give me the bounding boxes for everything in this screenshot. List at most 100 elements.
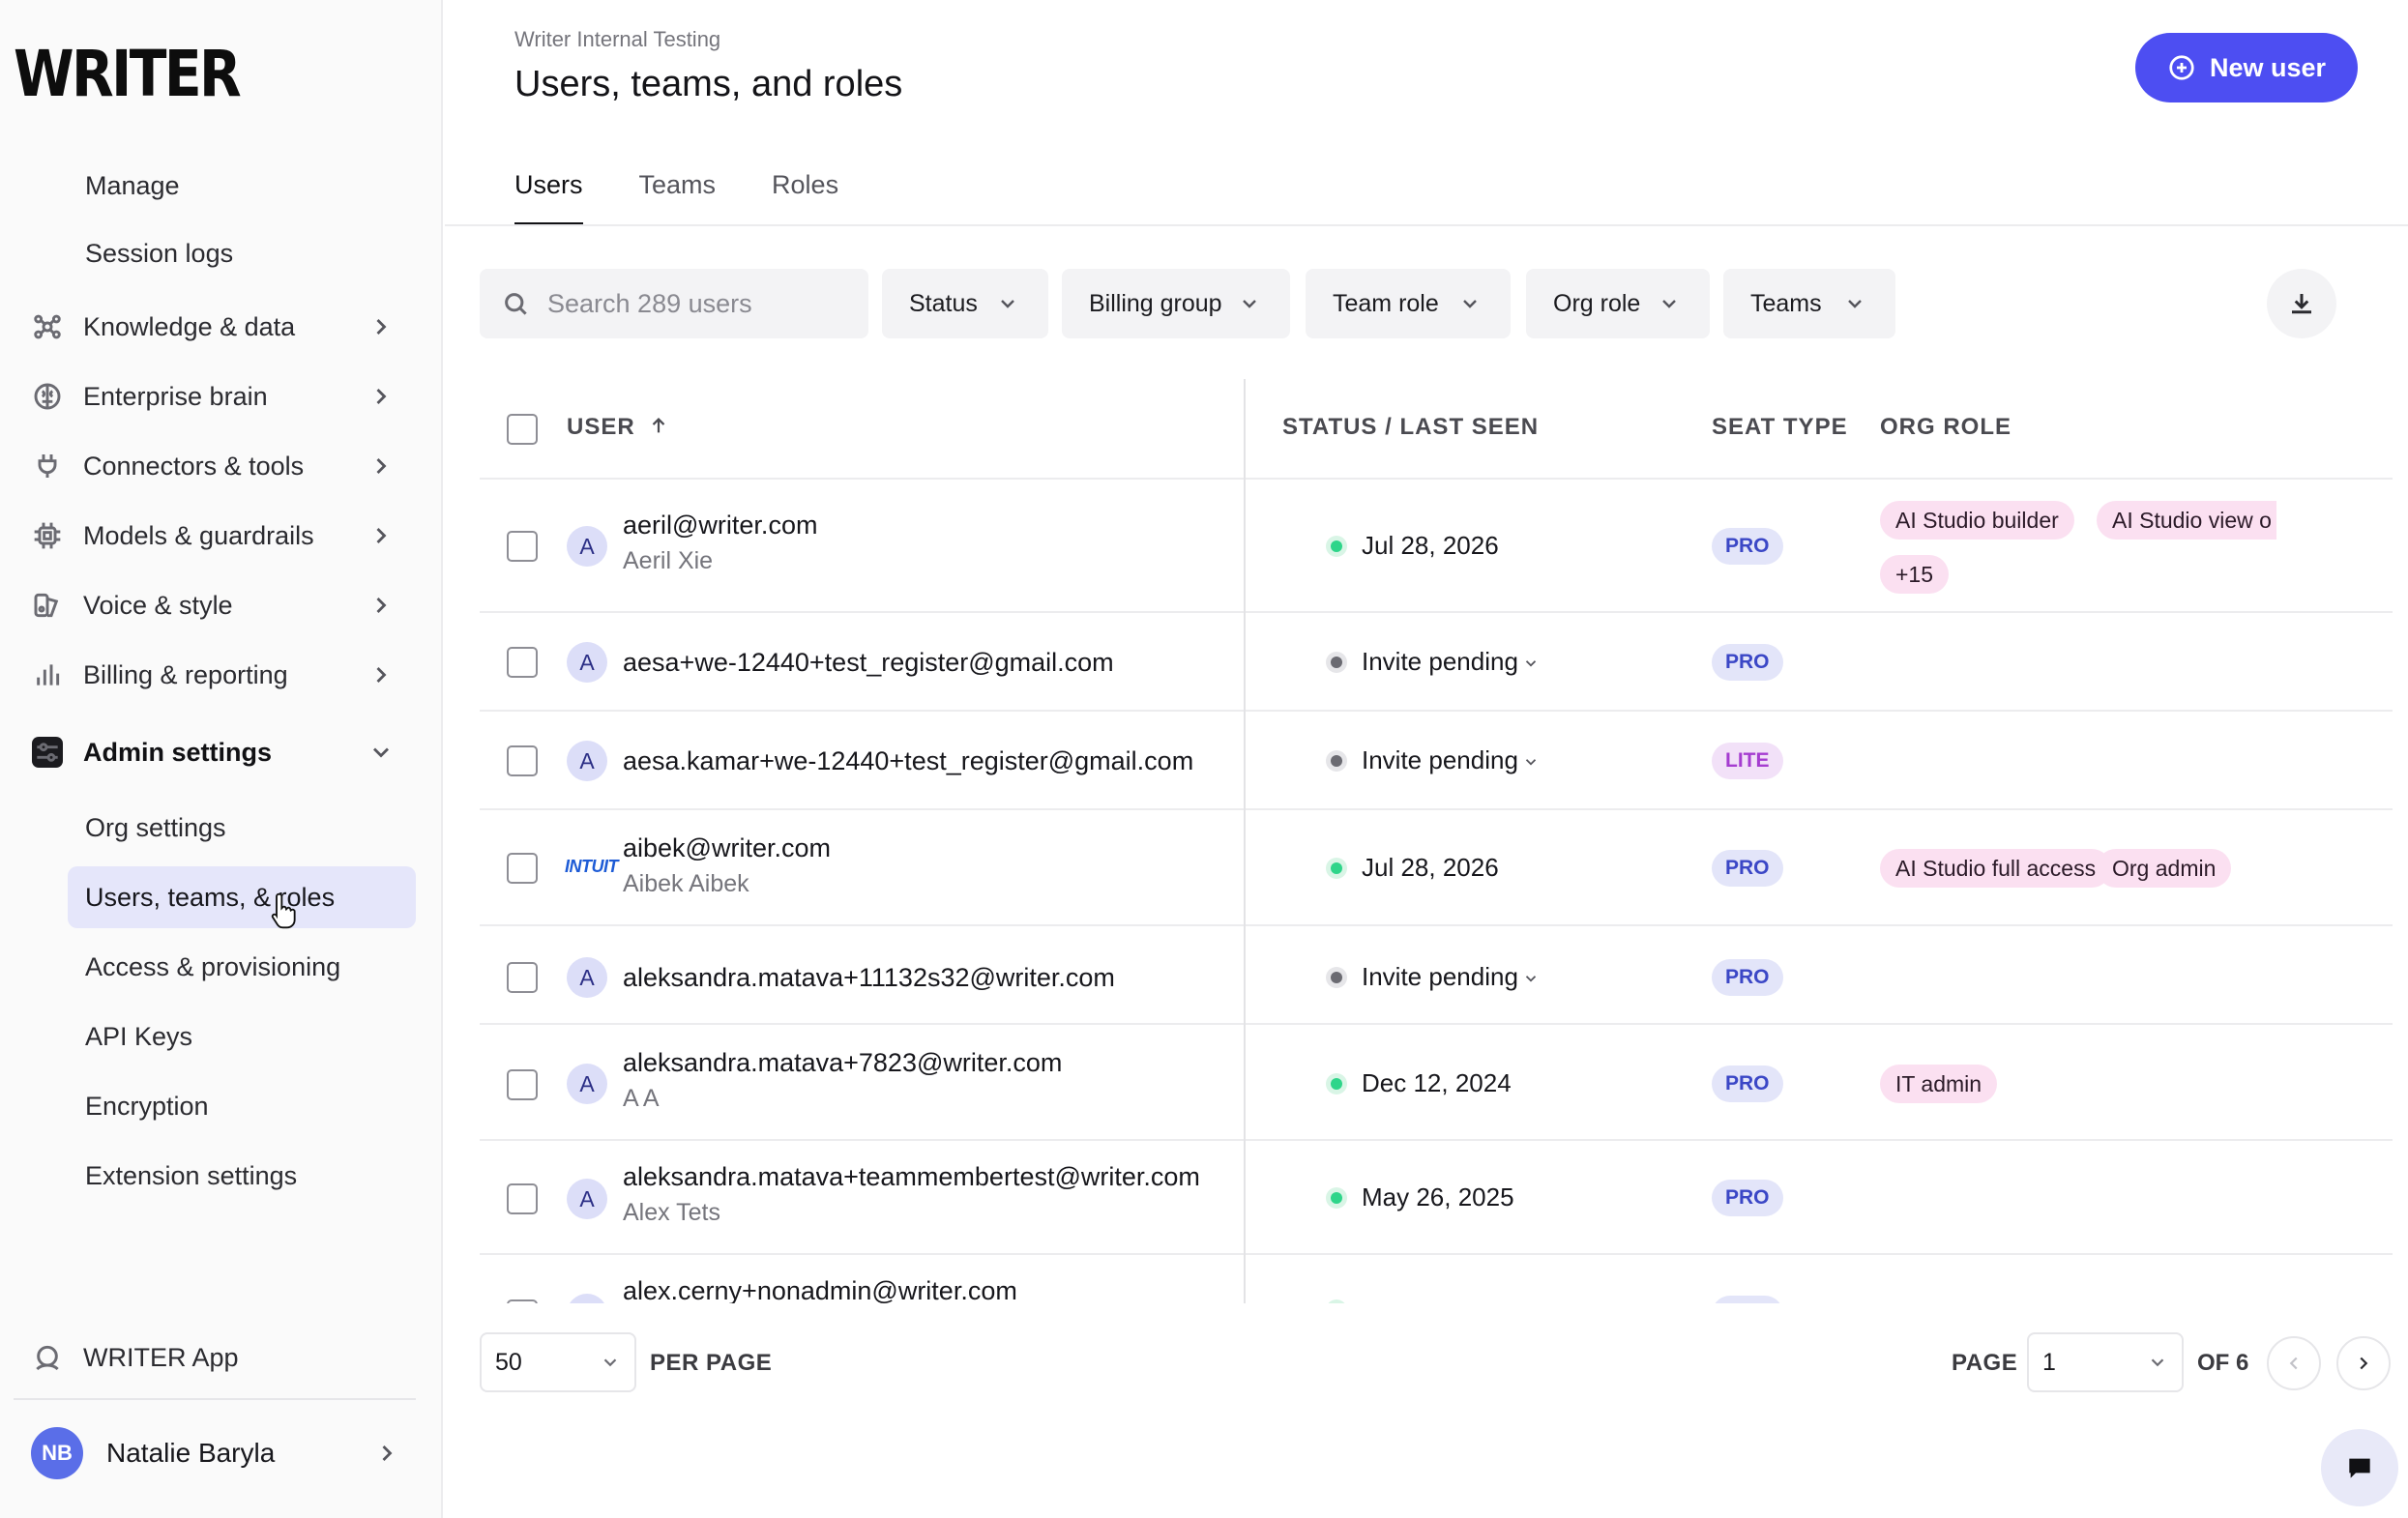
sidebar-item-enterprise-brain[interactable]: Enterprise brain [27,365,416,427]
search-input[interactable] [547,288,857,319]
sidebar-item-admin-settings[interactable]: Admin settings [27,721,416,783]
column-divider [1244,379,1246,1303]
invite-status-dropdown[interactable]: Invite pending [1362,745,1540,775]
sidebar-item-session-logs[interactable]: Session logs [68,222,416,284]
chevron-down-icon [1243,300,1256,308]
user-email[interactable]: aesa.kamar+we-12440+test_register@gmail.… [623,746,1193,776]
user-email[interactable]: aleksandra.matava+teammembertest@writer.… [623,1162,1200,1192]
sidebar-item-api-keys[interactable]: API Keys [68,1006,416,1067]
row-checkbox[interactable] [507,853,538,884]
teams-filter[interactable]: Teams [1723,269,1895,338]
seat-badge: PRO [1712,1066,1783,1102]
table-row[interactable]: A aeril@writer.com Aeril Xie Jul 28, 202… [480,480,2393,613]
status-filter[interactable]: Status [882,269,1048,338]
sidebar-item-label: API Keys [85,1021,193,1051]
per-page-value: 50 [495,1348,522,1376]
avatar: A [567,642,607,683]
sidebar-item-connectors-tools[interactable]: Connectors & tools [27,435,416,497]
invite-status-dropdown[interactable]: Invite pending [1362,962,1540,992]
sidebar-item-voice-style[interactable]: Voice & style [27,574,416,636]
role-tag: AI Studio full access [1880,849,2112,888]
avatar: A [567,741,607,781]
row-checkbox[interactable] [507,647,538,678]
sidebar-item-writer-app[interactable]: WRITER App [27,1327,416,1388]
user-email[interactable]: aibek@writer.com [623,833,831,863]
table-row[interactable]: A aleksandra.matava+11132s32@writer.com … [480,926,2393,1025]
sidebar-item-users-teams-roles[interactable]: Users, teams, & roles [68,866,416,928]
org-role-filter[interactable]: Org role [1526,269,1710,338]
status-label: Invite pending [1362,647,1518,676]
more-roles-tag[interactable]: +15 [1880,555,1950,594]
row-checkbox[interactable] [507,1183,538,1214]
download-button[interactable] [2267,269,2336,338]
avatar: A [567,957,607,998]
sidebar-item-org-settings[interactable]: Org settings [68,797,416,859]
hand-cursor-icon [271,892,296,929]
table-row[interactable]: A aleksandra.matava+teammembertest@write… [480,1141,2393,1255]
new-user-button[interactable]: New user [2135,33,2358,102]
sidebar-item-label: Enterprise brain [83,381,268,411]
writer-logo[interactable]: WRITER [14,39,242,110]
table-row[interactable]: A aesa+we-12440+test_register@gmail.com … [480,613,2393,712]
tab-roles[interactable]: Roles [772,164,838,226]
filter-label: Team role [1333,289,1439,317]
breadcrumb[interactable]: Writer Internal Testing [514,27,720,52]
chevron-down-icon [603,1358,617,1367]
sidebar-item-access-provisioning[interactable]: Access & provisioning [68,936,416,998]
tab-teams[interactable]: Teams [639,164,717,226]
table-row[interactable]: A alex.cerny+nonadmin@writer.com PRO [480,1255,2393,1303]
column-header-org-role[interactable]: ORG ROLE [1880,414,2012,441]
user-email[interactable]: aleksandra.matava+11132s32@writer.com [623,963,1115,993]
table-row[interactable]: A aleksandra.matava+7823@writer.com A A … [480,1025,2393,1141]
row-checkbox[interactable] [507,962,538,993]
billing-group-filter[interactable]: Billing group [1062,269,1290,338]
filter-label: Status [909,289,978,317]
status-label: Invite pending [1362,745,1518,774]
row-checkbox[interactable] [507,1069,538,1100]
status-active-dot [1326,858,1347,879]
sidebar-item-extension-settings[interactable]: Extension settings [68,1145,416,1207]
seat-badge: PRO [1712,850,1783,887]
avatar: A [567,1179,607,1219]
invite-status-dropdown[interactable]: Invite pending [1362,647,1540,677]
sidebar-item-knowledge-data[interactable]: Knowledge & data [27,296,416,358]
team-role-filter[interactable]: Team role [1306,269,1511,338]
select-all-checkbox[interactable] [507,414,538,445]
tab-users[interactable]: Users [514,164,583,226]
per-page-select[interactable]: 50 [480,1332,636,1392]
chevron-right-icon [2360,1357,2368,1370]
column-header-user[interactable]: USER [567,414,669,441]
avatar: NB [31,1427,83,1479]
column-header-seat-type[interactable]: SEAT TYPE [1712,414,1848,441]
tab-bar: Users Teams Roles [514,164,895,226]
previous-page-button[interactable] [2267,1336,2321,1390]
knowledge-icon [31,310,64,343]
next-page-button[interactable] [2336,1336,2391,1390]
chip-icon [31,519,64,552]
user-email[interactable]: aesa+we-12440+test_register@gmail.com [623,648,1114,678]
table-row[interactable]: A aesa.kamar+we-12440+test_register@gmai… [480,712,2393,810]
chevron-right-icon [367,313,395,340]
row-checkbox[interactable] [507,1299,538,1303]
row-checkbox[interactable] [507,531,538,562]
seat-badge: PRO [1712,1180,1783,1216]
current-user-menu[interactable]: NB Natalie Baryla [31,1423,416,1483]
role-tag: Org admin [2097,849,2232,888]
table-row[interactable]: INTUIT aibek@writer.com Aibek Aibek Jul … [480,810,2393,926]
row-checkbox[interactable] [507,745,538,776]
user-email[interactable]: alex.cerny+nonadmin@writer.com [623,1276,1017,1303]
sidebar-item-manage[interactable]: Manage [68,155,416,217]
user-email[interactable]: aeril@writer.com [623,511,817,540]
sidebar-item-billing-reporting[interactable]: Billing & reporting [27,644,416,706]
user-email[interactable]: aleksandra.matava+7823@writer.com [623,1048,1062,1078]
search-field[interactable] [480,269,868,338]
users-table: USER STATUS / LAST SEEN SEAT TYPE ORG RO… [480,379,2393,1303]
sidebar-item-models-guardrails[interactable]: Models & guardrails [27,505,416,567]
column-header-status[interactable]: STATUS / LAST SEEN [1282,414,1539,441]
plus-circle-icon [2169,55,2194,80]
page-select[interactable]: 1 [2027,1332,2184,1392]
avatar: A [567,1064,607,1104]
sidebar-item-encryption[interactable]: Encryption [68,1075,416,1137]
chat-support-button[interactable] [2321,1429,2398,1506]
last-seen: May 26, 2025 [1362,1182,1514,1211]
